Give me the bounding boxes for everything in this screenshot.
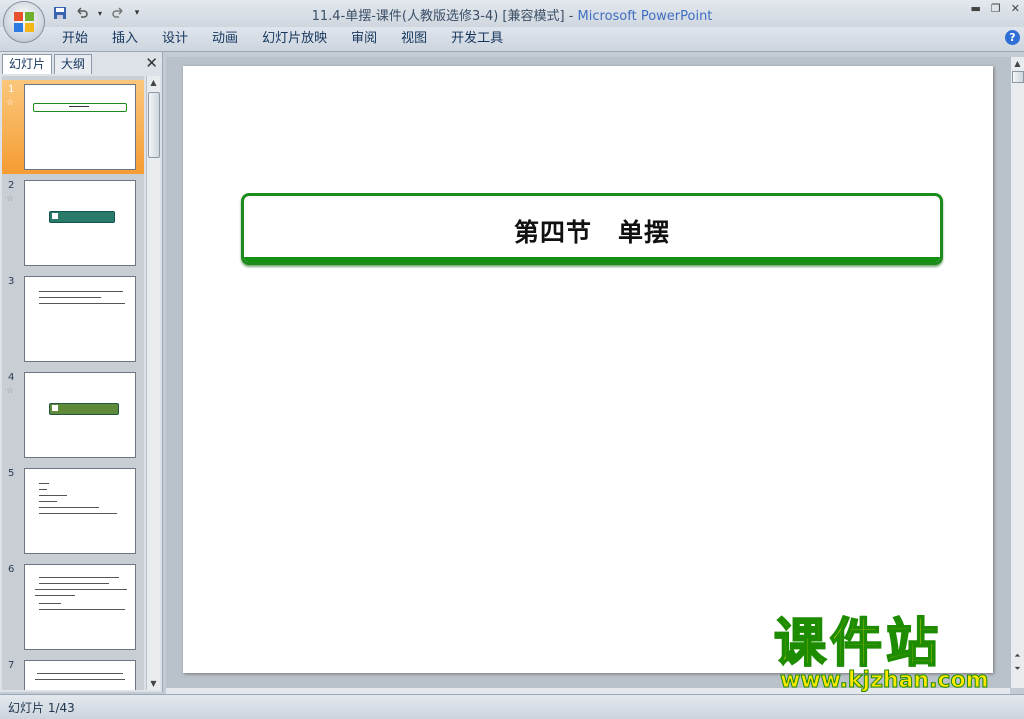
pane-tabs: 幻灯片 大纲 <box>2 54 160 74</box>
slide-number: 3 <box>8 276 15 287</box>
slide-preview <box>24 276 136 362</box>
scroll-up-icon[interactable]: ▲ <box>1011 57 1024 70</box>
slide-editor: 第四节 单摆 <box>166 57 1010 688</box>
close-icon[interactable]: ✕ <box>1011 2 1020 15</box>
tab-view[interactable]: 视图 <box>389 30 439 48</box>
tab-review[interactable]: 审阅 <box>339 30 389 48</box>
tab-developer[interactable]: 开发工具 <box>439 30 515 48</box>
slide-number: 2 <box>8 180 15 191</box>
slide-number: 7 <box>8 660 15 671</box>
office-button[interactable] <box>4 2 44 42</box>
status-bar: 幻灯片 1/43 <box>0 694 1024 719</box>
title-underline-bar <box>244 257 940 262</box>
slide-preview <box>24 660 136 690</box>
slide-preview <box>24 180 136 266</box>
ribbon: 开始 插入 设计 动画 幻灯片放映 审阅 视图 开发工具 ? <box>0 27 1024 52</box>
animation-icon: ☆ <box>6 98 15 108</box>
slide-thumb-3[interactable]: 3 <box>2 272 144 366</box>
help-icon[interactable]: ? <box>1005 30 1020 45</box>
animation-icon: ☆ <box>6 386 15 396</box>
tab-animations[interactable]: 动画 <box>200 30 250 48</box>
scroll-down-icon[interactable]: ▼ <box>147 677 160 690</box>
tab-slides[interactable]: 幻灯片 <box>2 54 53 74</box>
ribbon-tabs: 开始 插入 设计 动画 幻灯片放映 审阅 视图 开发工具 <box>50 30 515 48</box>
scroll-up-icon[interactable]: ▲ <box>147 76 160 89</box>
watermark-logo: 课件站 <box>773 614 943 674</box>
minimize-icon[interactable]: ▬ <box>971 2 981 15</box>
slide-number: 5 <box>8 468 15 479</box>
tab-insert[interactable]: 插入 <box>100 30 150 48</box>
tab-outline[interactable]: 大纲 <box>54 54 93 74</box>
tab-home[interactable]: 开始 <box>50 30 100 48</box>
slide-thumb-5[interactable]: 5 <box>2 464 144 558</box>
thumbnails-scrollbar[interactable]: ▲ ▼ <box>146 76 160 690</box>
slide-thumb-1[interactable]: 1 ☆ <box>2 80 144 174</box>
slides-pane: 幻灯片 大纲 ✕ 1 ☆ 2 ☆ 3 4 ☆ 5 6 7 ▲ ▼ <box>0 52 163 692</box>
animation-icon: ☆ <box>6 194 15 204</box>
slide-title-box[interactable]: 第四节 单摆 <box>241 193 943 265</box>
slide-preview <box>24 564 136 650</box>
slide-thumb-2[interactable]: 2 ☆ <box>2 176 144 270</box>
scrollbar-thumb[interactable] <box>148 92 160 158</box>
slide-thumbnails: 1 ☆ 2 ☆ 3 4 ☆ 5 6 7 <box>2 76 144 690</box>
title-bar: ▾ ▾ 11.4-单摆-课件(人教版选修3-4) [兼容模式] - Micros… <box>0 0 1024 27</box>
scrollbar-thumb[interactable] <box>1012 71 1024 83</box>
next-slide-icon[interactable]: ⏷ <box>1011 662 1024 675</box>
restore-icon[interactable]: ❐ <box>991 2 1001 15</box>
slide-thumb-7[interactable]: 7 <box>2 656 144 690</box>
slide-indicator: 幻灯片 1/43 <box>8 701 75 715</box>
tab-design[interactable]: 设计 <box>150 30 200 48</box>
slide-number: 6 <box>8 564 15 575</box>
slide-title[interactable]: 第四节 单摆 <box>244 213 940 249</box>
slide-thumb-4[interactable]: 4 ☆ <box>2 368 144 462</box>
slide-number: 1 <box>8 84 15 95</box>
editor-scrollbar[interactable]: ▲ ⏶ ⏷ <box>1010 57 1024 688</box>
office-logo-icon <box>14 12 34 32</box>
title-separator: - <box>568 9 578 24</box>
app-name: Microsoft PowerPoint <box>577 9 713 24</box>
slide-preview <box>24 468 136 554</box>
slide-preview <box>24 372 136 458</box>
watermark-url: www.kjzhan.com <box>780 668 990 694</box>
tab-slideshow[interactable]: 幻灯片放映 <box>250 30 339 48</box>
slide-number: 4 <box>8 372 15 383</box>
prev-slide-icon[interactable]: ⏶ <box>1011 649 1024 662</box>
close-pane-icon[interactable]: ✕ <box>145 54 158 72</box>
document-title: 11.4-单摆-课件(人教版选修3-4) [兼容模式] <box>311 9 565 24</box>
window-title: 11.4-单摆-课件(人教版选修3-4) [兼容模式] - Microsoft … <box>0 5 1024 24</box>
window-controls: ▬ ❐ ✕ <box>971 2 1021 15</box>
slide-thumb-6[interactable]: 6 <box>2 560 144 654</box>
slide-preview <box>24 84 136 170</box>
slide-canvas[interactable]: 第四节 单摆 <box>183 66 993 673</box>
